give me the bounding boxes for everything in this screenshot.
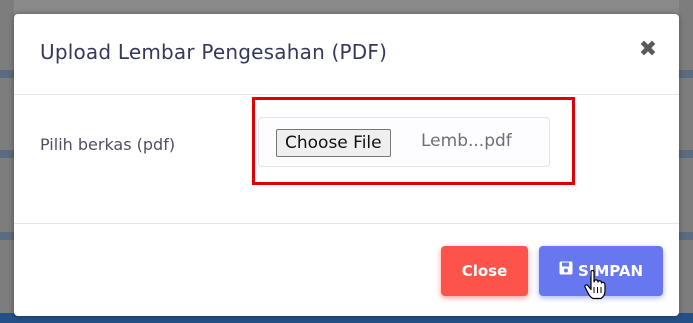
close-icon[interactable]: ✖ [637,38,659,62]
selected-file-name: Lemb...pdf [421,131,512,151]
modal-title: Upload Lembar Pengesahan (PDF) [40,40,388,64]
save-button-label: SIMPAN [577,262,644,280]
choose-file-button[interactable]: Choose File [276,129,391,157]
file-input[interactable]: Choose File Lemb...pdf [258,117,550,167]
modal-body: Pilih berkas (pdf) Choose File Lemb...pd… [14,95,679,224]
modal-header: Upload Lembar Pengesahan (PDF) ✖ [14,14,679,95]
upload-modal: Upload Lembar Pengesahan (PDF) ✖ Pilih b… [14,14,679,316]
file-field-label: Pilih berkas (pdf) [40,135,176,154]
backdrop-left [0,0,14,323]
save-button[interactable]: SIMPAN [539,246,663,296]
backdrop-right [679,0,693,323]
close-button[interactable]: Close [441,246,528,296]
modal-footer: Close SIMPAN [14,224,679,316]
floppy-disk-icon [559,245,573,295]
